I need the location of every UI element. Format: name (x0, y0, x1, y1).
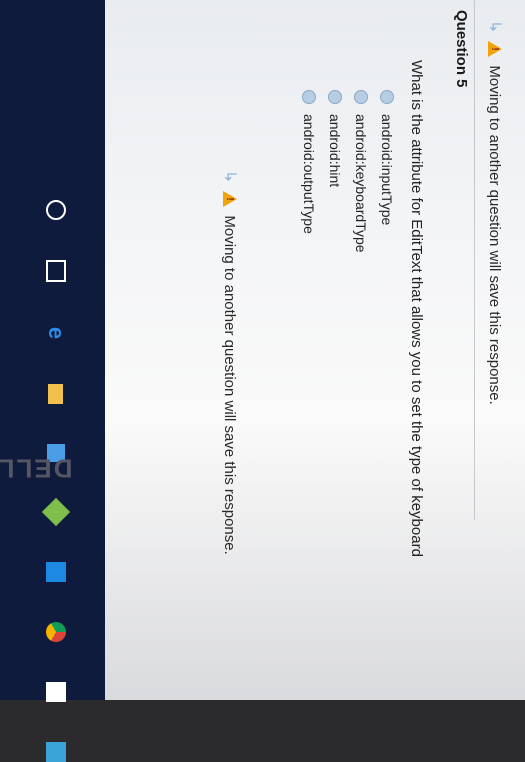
option-hint[interactable]: android:hint (327, 90, 343, 253)
edge-icon[interactable]: e (44, 322, 69, 344)
app-icon[interactable] (41, 497, 71, 527)
warning-icon (223, 191, 237, 208)
divider (474, 0, 475, 520)
question-text: What is the attribute for EditText that … (408, 60, 425, 557)
answer-options: android:inputType android:keyboardType a… (291, 90, 395, 253)
radio-button[interactable] (380, 90, 394, 104)
option-label: android:hint (327, 114, 343, 188)
option-outputtype[interactable]: android:outputType (301, 90, 317, 253)
chrome-icon[interactable] (46, 622, 66, 642)
taskbar: e (0, 0, 105, 762)
option-keyboardtype[interactable]: android:keyboardType (353, 90, 369, 253)
question-label: Question 5 (453, 10, 470, 88)
warning-message-top: ↳ Moving to another question will save t… (485, 20, 505, 405)
radio-button[interactable] (354, 90, 368, 104)
app-icon[interactable] (46, 742, 66, 762)
dell-logo: DELL (0, 453, 73, 484)
warning-text: Moving to another question will save thi… (221, 215, 239, 555)
search-icon[interactable] (46, 200, 66, 220)
option-label: android:keyboardType (353, 114, 369, 253)
arrow-icon: ↳ (221, 170, 238, 184)
radio-button[interactable] (302, 90, 316, 104)
app-icon[interactable] (46, 682, 66, 702)
app-icon[interactable] (46, 562, 66, 582)
option-inputtype[interactable]: android:inputType (379, 90, 395, 253)
warning-message-bottom: ↳ Moving to another question will save t… (220, 170, 240, 555)
warning-text: Moving to another question will save thi… (486, 65, 504, 405)
radio-button[interactable] (328, 90, 342, 104)
warning-icon (488, 41, 502, 58)
option-label: android:outputType (301, 114, 317, 234)
task-view-icon[interactable] (46, 260, 66, 282)
file-explorer-icon[interactable] (48, 384, 64, 404)
option-label: android:inputType (379, 114, 395, 226)
browser-page: ↳ Moving to another question will save t… (105, 0, 525, 700)
arrow-icon: ↳ (486, 20, 503, 34)
photo-scene: ↳ Moving to another question will save t… (0, 0, 525, 762)
